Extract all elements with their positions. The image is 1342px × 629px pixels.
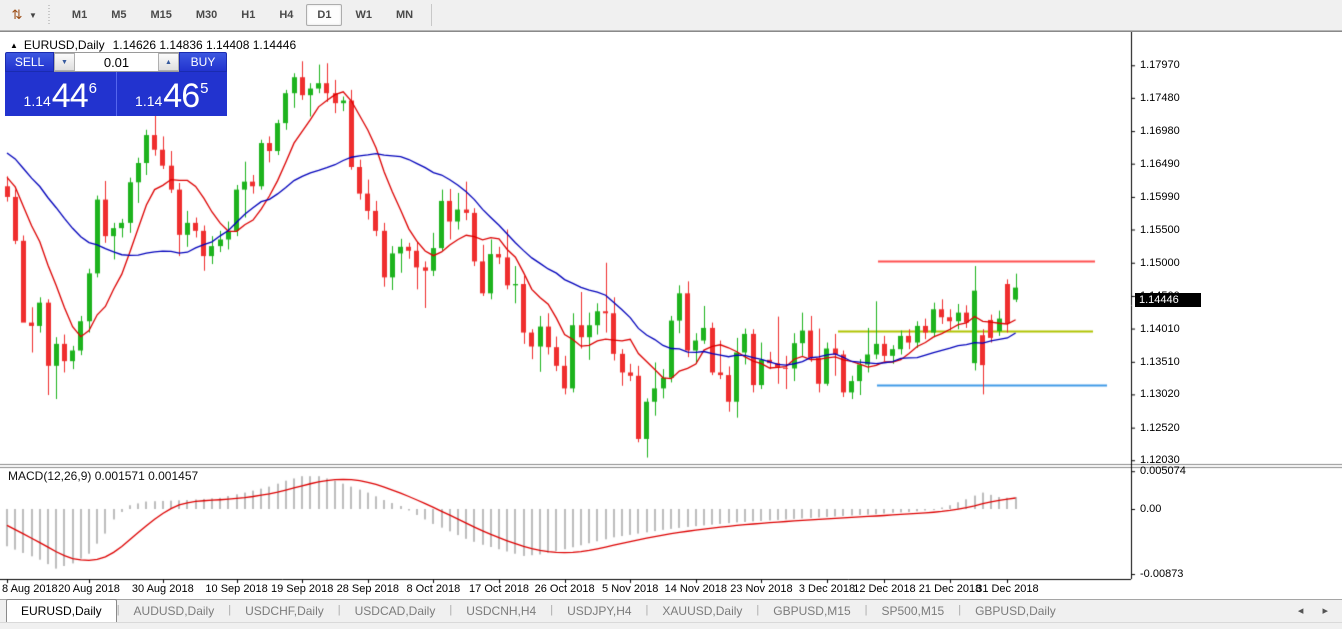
chart-tab-eurusd-daily[interactable]: EURUSD,Daily: [6, 599, 117, 622]
mt4-window: ⇅ ▼ M1M5M15M30H1H4D1W1MN ▲ EURUSD,Daily …: [0, 0, 1342, 629]
date-axis-label: 31 Dec 2018: [976, 583, 1038, 595]
date-axis-label: 8 Oct 2018: [406, 583, 460, 595]
status-bar: [0, 622, 1342, 629]
date-axis-label: 5 Nov 2018: [602, 583, 658, 595]
price-axis-label: 1.16490: [1140, 158, 1180, 170]
macd-value-signal: 0.001457: [148, 469, 198, 483]
timeframe-button-m1[interactable]: M1: [61, 4, 98, 26]
chart-symbol-label: EURUSD,Daily: [24, 38, 105, 52]
chart-tab-xauusd-daily[interactable]: XAUUSD,Daily: [648, 601, 756, 622]
price-axis-label: 1.15500: [1140, 224, 1180, 236]
buy-price-main: 46: [163, 80, 199, 112]
price-axis-label: 1.14010: [1140, 323, 1180, 335]
volume-stepper: ▼ 0.01 ▲: [54, 52, 179, 72]
date-axis-label: 19 Sep 2018: [271, 583, 333, 595]
timeframe-button-m5[interactable]: M5: [100, 4, 137, 26]
timeframe-toolbar: ⇅ ▼ M1M5M15M30H1H4D1W1MN: [0, 0, 1342, 31]
date-axis-label: 10 Sep 2018: [205, 583, 267, 595]
price-axis-label: 1.12520: [1140, 422, 1180, 434]
date-axis-label: 14 Nov 2018: [665, 583, 727, 595]
buy-price-pip: 5: [200, 72, 208, 106]
chart-tab-gbpusd-daily[interactable]: GBPUSD,Daily: [961, 601, 1070, 622]
volume-decrease-icon[interactable]: ▼: [54, 53, 75, 71]
current-price-badge: 1.14446: [1135, 293, 1201, 307]
chart-tab-sp500-m15[interactable]: SP500,M15: [868, 601, 959, 622]
tab-scroll-arrows[interactable]: ◂ ▸: [1298, 604, 1336, 617]
toolbar-grip[interactable]: [47, 5, 52, 25]
chart-tab-usdjpy-h4[interactable]: USDJPY,H4: [553, 601, 645, 622]
date-axis-label: 23 Nov 2018: [730, 583, 792, 595]
volume-value[interactable]: 0.01: [75, 53, 158, 71]
timeframe-button-h1[interactable]: H1: [230, 4, 266, 26]
chart-tab-gbpusd-m15[interactable]: GBPUSD,M15: [759, 601, 864, 622]
price-axis-label: 1.13020: [1140, 388, 1180, 400]
timeframe-button-h4[interactable]: H4: [268, 4, 304, 26]
chart-tools-group: ⇅ ▼: [8, 6, 37, 24]
sell-price-pip: 6: [89, 72, 97, 106]
sell-price-prefix: 1.14: [24, 90, 51, 112]
date-axis-label: 3 Dec 2018: [799, 583, 855, 595]
collapse-panel-icon[interactable]: ▲: [10, 41, 18, 50]
sell-button[interactable]: SELL: [5, 52, 54, 72]
date-axis-label: 20 Aug 2018: [58, 583, 120, 595]
buy-price-prefix: 1.14: [135, 90, 162, 112]
sell-price-button[interactable]: 1.14 44 6: [5, 72, 117, 116]
date-axis-label: 28 Sep 2018: [337, 583, 399, 595]
macd-value-main: 0.001571: [95, 469, 145, 483]
timeframe-button-d1[interactable]: D1: [306, 4, 342, 26]
macd-axis-label: -0.00873: [1140, 568, 1183, 580]
price-axis-label: 1.15000: [1140, 257, 1180, 269]
date-axis-label: 17 Oct 2018: [469, 583, 529, 595]
chart-tab-usdcad-daily[interactable]: USDCAD,Daily: [341, 601, 450, 622]
chart-tab-audusd-daily[interactable]: AUDUSD,Daily: [120, 601, 229, 622]
macd-axis-label: 0.00: [1140, 503, 1161, 515]
price-axis-label: 1.17480: [1140, 92, 1180, 104]
chart-tools-icon[interactable]: ⇅: [8, 6, 26, 24]
price-axis-label: 1.17970: [1140, 59, 1180, 71]
buy-button[interactable]: BUY: [179, 52, 227, 72]
chart-tab-usdcnh-h4[interactable]: USDCNH,H4: [452, 601, 550, 622]
macd-axis-label: 0.005074: [1140, 465, 1186, 477]
date-axis-label: 12 Dec 2018: [853, 583, 915, 595]
chart-tab-usdchf-daily[interactable]: USDCHF,Daily: [231, 601, 338, 622]
date-axis-label: 30 Aug 2018: [132, 583, 194, 595]
chart-window: ▲ EURUSD,Daily 1.14626 1.14836 1.14408 1…: [0, 31, 1342, 599]
chart-tab-bar: EURUSD,Daily|AUDUSD,Daily|USDCHF,Daily|U…: [0, 599, 1342, 622]
macd-name: MACD(12,26,9): [8, 469, 91, 483]
chart-title: ▲ EURUSD,Daily 1.14626 1.14836 1.14408 1…: [10, 38, 296, 52]
toolbar-separator: [431, 4, 432, 26]
one-click-trading-panel: SELL ▼ 0.01 ▲ BUY 1.14 44 6 1.14 46 5: [5, 52, 227, 149]
price-axis-label: 1.13510: [1140, 356, 1180, 368]
chevron-down-icon[interactable]: ▼: [29, 11, 37, 20]
price-axis-label: 1.15990: [1140, 191, 1180, 203]
date-axis-label: 21 Dec 2018: [919, 583, 981, 595]
macd-indicator-label: MACD(12,26,9) 0.001571 0.001457: [8, 469, 198, 483]
timeframe-buttons: M1M5M15M30H1H4D1W1MN: [60, 4, 425, 26]
volume-increase-icon[interactable]: ▲: [158, 53, 179, 71]
timeframe-button-w1[interactable]: W1: [344, 4, 383, 26]
timeframe-button-mn[interactable]: MN: [385, 4, 424, 26]
chart-ohlc-values: 1.14626 1.14836 1.14408 1.14446: [113, 38, 297, 52]
date-axis-label: 26 Oct 2018: [535, 583, 595, 595]
timeframe-button-m30[interactable]: M30: [185, 4, 228, 26]
date-axis-label: 8 Aug 2018: [2, 583, 58, 595]
timeframe-button-m15[interactable]: M15: [139, 4, 182, 26]
price-axis-label: 1.16980: [1140, 125, 1180, 137]
sell-price-main: 44: [52, 80, 88, 112]
buy-price-button[interactable]: 1.14 46 5: [117, 72, 228, 116]
